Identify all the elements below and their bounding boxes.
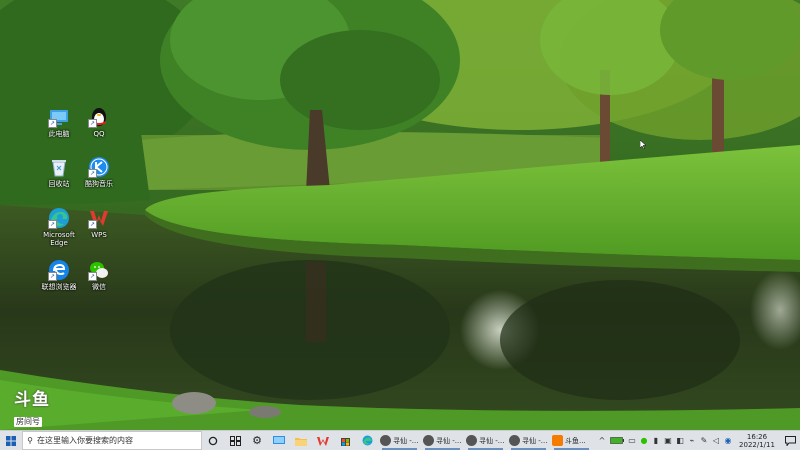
taskbar-task[interactable]: 寻仙 -... xyxy=(378,431,421,450)
desktop-icon-qq[interactable]: ↗ QQ xyxy=(81,106,117,138)
taskbar-task-label: 寻仙 -... xyxy=(522,436,548,445)
taskbar-search-box[interactable]: ⚲ 在这里输入你要搜索的内容 xyxy=(22,431,202,450)
desktop-icon-recycle-bin[interactable]: 回收站 xyxy=(41,156,77,188)
lenovo-browser-icon: ↗ xyxy=(48,259,70,281)
taskbar: ⚲ 在这里输入你要搜索的内容 ⚙ 寻仙 -... 寻仙 -... 寻仙 -...… xyxy=(0,430,800,450)
watermark-logo: 斗鱼 xyxy=(14,390,50,410)
game-app-icon xyxy=(423,435,434,446)
tray-pen-icon[interactable]: ✎ xyxy=(698,431,710,450)
notification-icon xyxy=(784,435,796,446)
game-app-icon xyxy=(380,435,391,446)
tray-battery-icon[interactable] xyxy=(608,431,626,450)
folder-icon xyxy=(295,437,307,446)
cortana-circle-icon xyxy=(208,436,218,445)
clock-time: 16:26 xyxy=(746,432,768,441)
tray-window-icon[interactable]: ▭ xyxy=(626,431,638,450)
kugou-music-icon: ↗ xyxy=(88,156,110,178)
taskbar-pinned-edge[interactable] xyxy=(356,431,378,450)
game-app-icon xyxy=(466,435,477,446)
start-button[interactable] xyxy=(0,431,22,450)
tray-ime-icon[interactable]: ◉ xyxy=(722,431,734,450)
taskbar-pinned-store[interactable] xyxy=(334,431,356,450)
desktop-icon-edge[interactable]: ↗ Microsoft Edge xyxy=(41,207,77,247)
desktop-icon-label: 此电脑 xyxy=(48,130,70,138)
notification-center-button[interactable] xyxy=(780,435,800,446)
taskbar-task-label: 寻仙 -... xyxy=(393,436,419,445)
watermark-room-number: 房间号 xyxy=(14,417,42,427)
taskbar-task-label: 寻仙 -... xyxy=(436,436,462,445)
desktop-wallpaper xyxy=(0,0,800,430)
desktop-icon-label: 酷狗音乐 xyxy=(85,180,113,188)
wechat-icon: ↗ xyxy=(88,259,110,281)
taskbar-task-label: 寻仙 -... xyxy=(479,436,505,445)
gear-icon: ⚙ xyxy=(252,434,262,447)
douyu-watermark: 斗鱼 房间号 xyxy=(14,392,60,428)
taskbar-task[interactable]: 寻仙 -... xyxy=(464,431,507,450)
tray-overflow-chevron-icon[interactable]: ^ xyxy=(596,431,608,450)
desktop-icon-label: WPS xyxy=(91,231,107,239)
wps-icon: ↗ xyxy=(88,207,110,229)
wps-taskbar-icon xyxy=(317,436,329,446)
tray-wechat-icon[interactable]: ● xyxy=(638,431,650,450)
taskbar-task-label: 斗鱼... xyxy=(565,436,586,445)
desktop-icon-label: 联想浏览器 xyxy=(41,283,77,291)
recycle-bin-icon xyxy=(48,156,70,178)
douyu-app-icon xyxy=(552,435,563,446)
taskbar-task[interactable]: 斗鱼... xyxy=(550,431,593,450)
this-pc-icon: ↗ xyxy=(48,106,70,128)
search-icon: ⚲ xyxy=(27,436,33,445)
taskbar-pinned-file-explorer[interactable] xyxy=(290,431,312,450)
desktop-icon-wps[interactable]: ↗ WPS xyxy=(81,207,117,239)
tray-app-icon[interactable]: ◧ xyxy=(674,431,686,450)
taskbar-pinned-monitor[interactable] xyxy=(268,431,290,450)
desktop-icon-label: Microsoft Edge xyxy=(43,231,75,247)
task-view-button[interactable] xyxy=(224,431,246,450)
edge-icon: ↗ xyxy=(48,207,70,229)
mouse-cursor-icon xyxy=(640,140,646,149)
taskbar-pinned-wps[interactable] xyxy=(312,431,334,450)
cortana-button[interactable] xyxy=(202,431,224,450)
tray-phone-icon[interactable]: ▮ xyxy=(650,431,662,450)
clock-date: 2022/1/11 xyxy=(739,440,775,449)
tray-link-icon[interactable]: ⌁ xyxy=(686,431,698,450)
game-app-icon xyxy=(509,435,520,446)
tray-network-icon[interactable]: ▣ xyxy=(662,431,674,450)
task-view-icon xyxy=(229,435,241,446)
desktop-icon-label: QQ xyxy=(93,130,105,138)
taskbar-task[interactable]: 寻仙 -... xyxy=(421,431,464,450)
desktop-icon-wechat[interactable]: ↗ 微信 xyxy=(81,259,117,291)
desktop-icon-this-pc[interactable]: ↗ 此电脑 xyxy=(41,106,77,138)
tray-volume-icon[interactable]: ◁ xyxy=(710,431,722,450)
desktop-icon-label: 回收站 xyxy=(48,180,70,188)
system-tray: ^ ▭ ● ▮ ▣ ◧ ⌁ ✎ ◁ ◉ 16:26 2022/1/11 xyxy=(596,431,800,450)
search-placeholder: 在这里输入你要搜索的内容 xyxy=(37,436,133,445)
desktop-icon-lenovo-browser[interactable]: ↗ 联想浏览器 xyxy=(41,259,77,291)
qq-penguin-icon: ↗ xyxy=(88,106,110,128)
store-bag-icon xyxy=(340,438,350,446)
monitor-app-icon xyxy=(273,435,285,444)
taskbar-task[interactable]: 寻仙 -... xyxy=(507,431,550,450)
edge-taskbar-icon xyxy=(362,435,372,446)
desktop-icon-kugou[interactable]: ↗ 酷狗音乐 xyxy=(81,156,117,188)
taskbar-settings-button[interactable]: ⚙ xyxy=(246,431,268,450)
desktop-icon-label: 微信 xyxy=(92,283,106,291)
taskbar-clock[interactable]: 16:26 2022/1/11 xyxy=(734,433,780,449)
windows-logo-icon xyxy=(6,435,16,446)
